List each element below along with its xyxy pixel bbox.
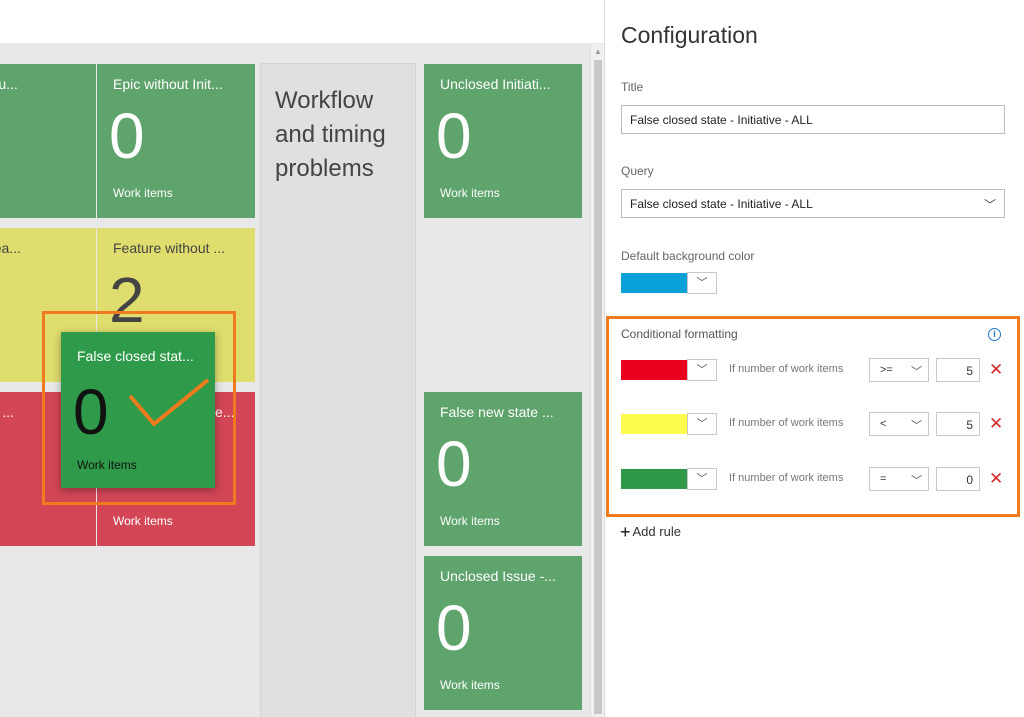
tile-count: 0 xyxy=(436,428,472,500)
chevron-down-icon: ﹀ xyxy=(696,277,708,289)
title-label: Title xyxy=(621,80,644,94)
tile-count: 0 xyxy=(436,592,472,664)
tile-title: Unclosed Initiati... xyxy=(440,76,551,92)
tile-title: Feature without ... xyxy=(113,240,226,256)
tile-label: Work items xyxy=(440,186,500,200)
tile-title: Epic without Init... xyxy=(113,76,223,92)
query-value: False closed state - Initiative - ALL xyxy=(630,197,813,211)
widget-tile[interactable]: False new state ... 0 Work items xyxy=(424,392,582,546)
tile-title: Unclosed Issue -... xyxy=(440,568,556,584)
tile-label: Work items xyxy=(113,514,173,528)
add-rule-label: Add rule xyxy=(632,524,681,539)
title-input[interactable]: False closed state - Initiative - ALL xyxy=(621,105,1005,134)
chevron-down-icon: ﹀ xyxy=(983,198,996,212)
bg-color-dropdown[interactable]: ﹀ xyxy=(687,272,717,294)
query-select[interactable]: False closed state - Initiative - ALL ﹀ xyxy=(621,189,1005,218)
tile-title: without ... xyxy=(0,404,14,420)
tile-label: Work items xyxy=(113,186,173,200)
widget-tile[interactable]: Unclosed Initiati... 0 Work items xyxy=(424,64,582,218)
markdown-widget[interactable]: Workflow and timing problems xyxy=(260,63,416,717)
scroll-thumb[interactable] xyxy=(594,60,602,714)
tile-title: hout Fea... xyxy=(0,240,21,256)
widget-tile[interactable]: Unclosed Issue -... 0 Work items xyxy=(424,556,582,710)
widget-tile[interactable]: Epic without Init... 0 Work items xyxy=(97,64,255,218)
checkmark-icon xyxy=(128,378,210,427)
tile-title: e withou... xyxy=(0,76,18,92)
query-label: Query xyxy=(621,164,654,178)
widget-tile[interactable]: e withou... ms xyxy=(0,64,96,218)
tile-count: 0 xyxy=(109,100,145,172)
dashboard-scrollbar[interactable]: ▲ xyxy=(590,44,604,717)
tile-label: Work items xyxy=(440,514,500,528)
conditional-formatting-highlight xyxy=(606,316,1020,517)
add-rule-button[interactable]: + Add rule xyxy=(620,522,681,543)
plus-icon: + xyxy=(620,522,631,542)
tile-count: 0 xyxy=(436,100,472,172)
info-icon[interactable]: i xyxy=(988,328,1001,341)
tile-title: False new state ... xyxy=(440,404,554,420)
tile-label: Work items xyxy=(440,678,500,692)
bg-color-swatch[interactable] xyxy=(621,273,687,293)
scroll-up-icon[interactable]: ▲ xyxy=(594,47,602,56)
dashboard-header xyxy=(0,0,604,44)
preview-tile-title: False closed stat... xyxy=(77,348,194,364)
preview-tile-count: 0 xyxy=(73,376,109,448)
markdown-text: Workflow and timing problems xyxy=(275,87,386,182)
panel-title: Configuration xyxy=(621,22,758,48)
bg-color-label: Default background color xyxy=(621,249,755,263)
preview-tile-label: Work items xyxy=(77,458,137,472)
